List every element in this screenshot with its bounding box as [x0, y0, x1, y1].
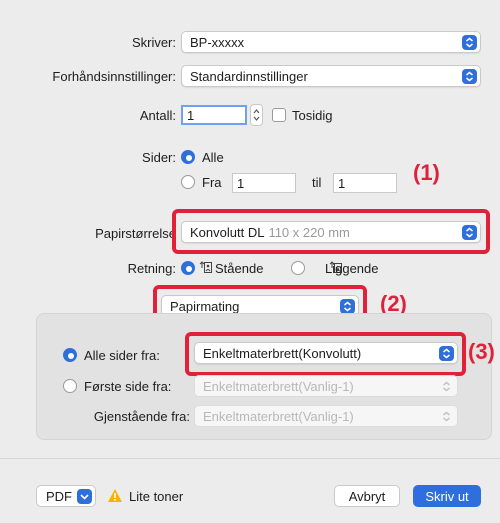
portrait-icon: [199, 261, 212, 274]
chevron-down-icon: [77, 489, 92, 504]
pages-from-label: Fra: [202, 175, 222, 190]
chevron-updown-icon: [462, 35, 477, 50]
all-pages-popup[interactable]: Enkeltmaterbrett(Konvolutt): [194, 342, 458, 364]
orientation-landscape-radio[interactable]: [291, 261, 305, 275]
printer-popup[interactable]: BP-xxxxx: [181, 31, 481, 53]
paper-size-popup[interactable]: Konvolutt DL 110 x 220 mm: [181, 221, 481, 243]
orientation-label: Retning:: [127, 261, 176, 276]
paper-size-label: Papirstørrelse: [95, 226, 176, 241]
print-button[interactable]: Skriv ut: [413, 485, 481, 507]
paper-size-name: Konvolutt DL: [190, 224, 265, 240]
pdf-button[interactable]: PDF: [36, 485, 96, 507]
remaining-popup[interactable]: Enkeltmaterbrett(Vanlig-1): [194, 405, 458, 427]
orientation-landscape-label: Liggende: [325, 261, 379, 276]
paper-size-dimensions: 110 x 220 mm: [268, 224, 350, 240]
pages-from-radio[interactable]: [181, 175, 195, 189]
copies-value: 1: [187, 107, 195, 123]
chevron-updown-icon: [340, 299, 355, 314]
orientation-portrait-label: Stående: [215, 261, 264, 276]
pages-to-field[interactable]: 1: [333, 173, 397, 193]
orientation-portrait-radio[interactable]: [181, 261, 195, 275]
chevron-updown-icon: [439, 409, 454, 424]
two-sided-checkbox[interactable]: [272, 108, 286, 122]
copies-stepper[interactable]: [250, 104, 263, 126]
first-page-radio[interactable]: [63, 379, 77, 393]
printer-label: Skriver:: [131, 35, 176, 50]
footer-divider: [0, 458, 500, 459]
first-page-value: Enkeltmaterbrett(Vanlig-1): [203, 378, 354, 394]
pages-to-value: 1: [338, 175, 346, 191]
all-pages-radio[interactable]: [63, 348, 77, 362]
pages-to-label: til: [312, 175, 322, 190]
presets-label: Forhåndsinnstillinger:: [52, 69, 176, 84]
callout-3: (3): [468, 339, 495, 364]
cancel-button[interactable]: Avbryt: [334, 485, 400, 507]
first-page-popup[interactable]: Enkeltmaterbrett(Vanlig-1): [194, 375, 458, 397]
pages-from-field[interactable]: 1: [232, 173, 296, 193]
callout-1: (1): [413, 160, 440, 185]
pages-all-label: Alle: [202, 150, 224, 165]
all-pages-value: Enkeltmaterbrett(Konvolutt): [203, 345, 362, 361]
printer-value: BP-xxxxx: [190, 34, 245, 50]
all-pages-label: Alle sider fra:: [84, 348, 160, 363]
presets-popup[interactable]: Standardinnstillinger: [181, 65, 481, 87]
warning-label: Lite toner: [129, 489, 184, 504]
chevron-updown-icon: [439, 379, 454, 394]
pages-all-radio[interactable]: [181, 150, 195, 164]
warning-icon: [107, 488, 123, 506]
pages-label: Sider:: [142, 150, 176, 165]
chevron-updown-icon: [462, 69, 477, 84]
two-sided-label: Tosidig: [292, 108, 333, 123]
copies-field[interactable]: 1: [181, 105, 247, 125]
chevron-updown-icon: [439, 346, 454, 361]
chevron-updown-icon: [462, 225, 477, 240]
remaining-value: Enkeltmaterbrett(Vanlig-1): [203, 408, 354, 424]
copies-label: Antall:: [139, 108, 176, 123]
pages-from-value: 1: [237, 175, 245, 191]
section-value: Papirmating: [170, 298, 240, 314]
presets-value: Standardinnstillinger: [190, 68, 308, 84]
pdf-label: PDF: [46, 488, 72, 504]
remaining-label: Gjenstående fra:: [93, 409, 190, 424]
first-page-label: Første side fra:: [84, 379, 172, 394]
